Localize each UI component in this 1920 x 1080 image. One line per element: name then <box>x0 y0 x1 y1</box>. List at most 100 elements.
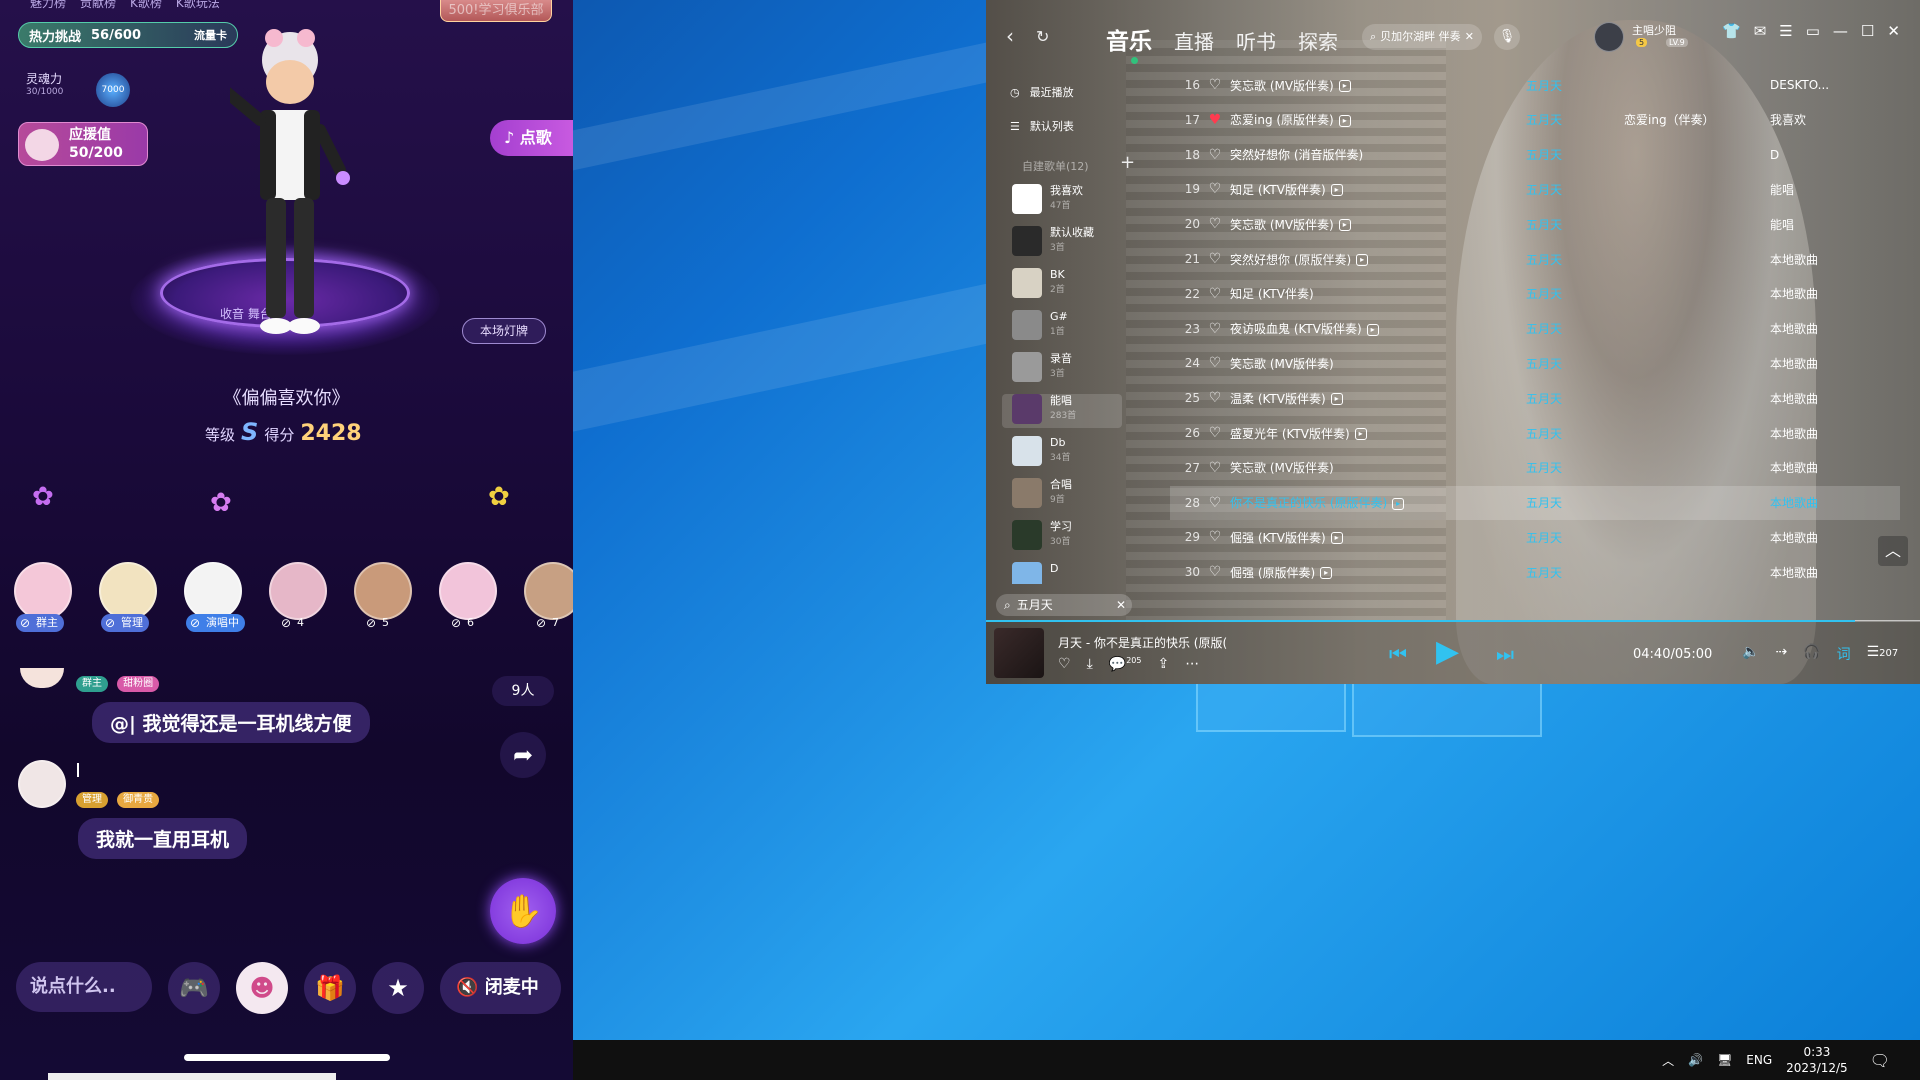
tab-ktv-rank[interactable]: K歌榜 <box>130 0 162 14</box>
track-title-cell[interactable]: 笑忘歌 (MV版伴奏) <box>1230 355 1526 372</box>
soul-orb-icon[interactable]: 7000 <box>96 73 130 107</box>
table-row[interactable]: 25 ♡ 温柔 (KTV版伴奏) ▸ 五月天 本地歌曲 <box>1170 381 1900 415</box>
list-search-input[interactable]: ⌕ 五月天 ✕ <box>996 594 1132 616</box>
download-icon[interactable]: ⤓ <box>1087 656 1093 673</box>
mail-icon[interactable]: ✉ <box>1754 22 1767 40</box>
track-artist[interactable]: 五月天 <box>1526 181 1624 198</box>
heart-icon[interactable]: ♡ <box>1200 147 1230 163</box>
playlist-item[interactable]: 录音 3首 <box>1012 352 1122 386</box>
table-row[interactable]: 23 ♡ 夜访吸血鬼 (KTV版伴奏) ▸ 五月天 本地歌曲 <box>1170 312 1900 346</box>
track-artist[interactable]: 五月天 <box>1526 355 1624 372</box>
maximize-icon[interactable]: ☐ <box>1861 22 1874 40</box>
heart-icon[interactable]: ♡ <box>1200 495 1230 511</box>
heart-icon[interactable]: ♡ <box>1200 321 1230 337</box>
light-sign-button[interactable]: 本场灯牌 <box>462 318 546 344</box>
mv-icon[interactable]: ▸ <box>1338 219 1351 232</box>
track-artist[interactable]: 五月天 <box>1526 425 1624 442</box>
track-artist[interactable]: 五月天 <box>1526 285 1624 302</box>
language-indicator[interactable]: ENG <box>1746 1053 1772 1067</box>
game-controller-icon[interactable]: 🎮 <box>168 962 220 1014</box>
track-title-cell[interactable]: 突然好想你 (消音版伴奏) <box>1230 146 1526 163</box>
home-indicator[interactable] <box>184 1054 390 1061</box>
sidebar-item-recent[interactable]: ◷ 最近播放 <box>1010 84 1074 100</box>
clock[interactable]: 0:33 2023/12/5 <box>1786 1044 1848 1076</box>
table-row[interactable]: 20 ♡ 笑忘歌 (MV版伴奏) ▸ 五月天 能唱 <box>1170 207 1900 241</box>
minimize-icon[interactable]: — <box>1833 22 1848 40</box>
heart-icon[interactable]: ♡ <box>1200 286 1230 302</box>
table-row[interactable]: 27 ♡ 笑忘歌 (MV版伴奏) 五月天 本地歌曲 <box>1170 451 1900 485</box>
track-title-cell[interactable]: 倔强 (KTV版伴奏) ▸ <box>1230 529 1526 546</box>
table-row[interactable]: 28 ♡ 你不是真正的快乐 (原版伴奏) ▸ 五月天 本地歌曲 <box>1170 485 1900 520</box>
table-row[interactable]: 19 ♡ 知足 (KTV版伴奏) ▸ 五月天 能唱 <box>1170 172 1900 206</box>
table-row[interactable]: 16 ♡ 笑忘歌 (MV版伴奏) ▸ 五月天 DESKTO... <box>1170 68 1900 102</box>
table-row[interactable]: 26 ♡ 盛夏光年 (KTV版伴奏) ▸ 五月天 本地歌曲 <box>1170 416 1900 450</box>
playlist-item[interactable]: 我喜欢 47首 <box>1012 184 1122 218</box>
chat-input[interactable]: 说点什么.. <box>16 962 152 1012</box>
playlist-item[interactable]: D <box>1012 562 1122 584</box>
next-track-icon[interactable]: ⏭ <box>1496 642 1514 666</box>
playlist-item[interactable]: Db 34首 <box>1012 436 1122 470</box>
tab-audiobook[interactable]: 听书 <box>1236 26 1276 55</box>
like-icon[interactable]: ♡ <box>1058 656 1071 673</box>
lyrics-icon[interactable]: 词 <box>1837 644 1851 664</box>
mascot-button-icon[interactable]: ☻ <box>236 962 288 1014</box>
mv-icon[interactable]: ▸ <box>1338 114 1351 127</box>
mic-seat[interactable]: 管理 <box>99 562 157 632</box>
share-icon[interactable]: ➦ <box>500 732 546 778</box>
club-badge[interactable]: 500!学习俱乐部 <box>440 0 552 22</box>
table-row[interactable]: 30 ♡ 倔强 (原版伴奏) ▸ 五月天 本地歌曲 <box>1170 555 1900 589</box>
playlist-item[interactable]: G# 1首 <box>1012 310 1122 344</box>
user-name[interactable]: 主唱少阻 <box>1632 22 1676 38</box>
heart-icon[interactable]: ♡ <box>1200 529 1230 545</box>
heart-icon[interactable]: ♡ <box>1200 181 1230 197</box>
track-title-cell[interactable]: 你不是真正的快乐 (原版伴奏) ▸ <box>1230 494 1526 511</box>
heat-challenge-bar[interactable]: 热力挑战 56/600 流量卡 <box>18 22 238 48</box>
chevron-up-icon[interactable]: ︿ <box>1662 1052 1674 1069</box>
add-playlist-icon[interactable]: + <box>1120 152 1135 173</box>
track-title-cell[interactable]: 盛夏光年 (KTV版伴奏) ▸ <box>1230 425 1526 442</box>
track-artist[interactable]: 五月天 <box>1526 320 1624 337</box>
heart-icon[interactable]: ♡ <box>1200 251 1230 267</box>
traffic-card[interactable]: 流量卡 <box>194 27 227 43</box>
support-value-card[interactable]: 应援值 50/200 <box>18 122 148 166</box>
track-title-cell[interactable]: 倔强 (原版伴奏) ▸ <box>1230 564 1526 581</box>
track-artist[interactable]: 五月天 <box>1526 564 1624 581</box>
heart-icon[interactable]: ♡ <box>1200 390 1230 406</box>
track-artist[interactable]: 五月天 <box>1526 216 1624 233</box>
playlist-queue-icon[interactable]: ☰207 <box>1867 644 1899 664</box>
playlist-item[interactable]: BK 2首 <box>1012 268 1122 302</box>
track-title-cell[interactable]: 笑忘歌 (MV版伴奏) ▸ <box>1230 77 1526 94</box>
volume-icon[interactable]: 🔊 <box>1688 1053 1703 1067</box>
skin-icon[interactable]: 👕 <box>1722 22 1741 40</box>
table-row[interactable]: 21 ♡ 突然好想你 (原版伴奏) ▸ 五月天 本地歌曲 <box>1170 242 1900 276</box>
volume-icon[interactable]: 🔈 <box>1742 644 1759 664</box>
mv-icon[interactable]: ▸ <box>1320 567 1333 580</box>
table-row[interactable]: 22 ♡ 知足 (KTV伴奏) 五月天 本地歌曲 <box>1170 277 1900 311</box>
playlist-item[interactable]: 能唱 283首 <box>1002 394 1122 428</box>
mv-icon[interactable]: ▸ <box>1338 80 1351 92</box>
network-icon[interactable]: 🖥 <box>1717 1053 1732 1067</box>
track-title-cell[interactable]: 知足 (KTV伴奏) <box>1230 285 1526 302</box>
mv-icon[interactable]: ▸ <box>1330 393 1343 406</box>
track-title-cell[interactable]: 笑忘歌 (MV版伴奏) <box>1230 459 1526 476</box>
mv-icon[interactable]: ▸ <box>1392 497 1405 510</box>
play-icon[interactable]: ▶ <box>1436 634 1459 669</box>
sound-effect-icon[interactable]: 🎧 <box>1803 644 1820 664</box>
playlist-item[interactable]: 学习 30首 <box>1012 520 1122 554</box>
tab-charm[interactable]: 魅力榜 <box>30 0 66 14</box>
playlist-item[interactable]: 合唱 9首 <box>1012 478 1122 512</box>
mic-seat[interactable]: 群主 <box>14 562 72 632</box>
play-mode-icon[interactable]: ⇢ <box>1775 644 1787 664</box>
track-title-cell[interactable]: 突然好想你 (原版伴奏) ▸ <box>1230 251 1526 268</box>
mic-seat[interactable]: 4 <box>269 562 327 632</box>
playlist-section-title[interactable]: 自建歌单(12) <box>1022 158 1089 174</box>
more-icon[interactable]: ⋯ <box>1185 656 1199 673</box>
track-artist[interactable]: 五月天 <box>1526 77 1624 94</box>
sidebar-item-default-list[interactable]: ☰ 默认列表 <box>1010 118 1074 134</box>
table-row[interactable]: 18 ♡ 突然好想你 (消音版伴奏) 五月天 D <box>1170 138 1900 172</box>
comment-icon[interactable]: 💬205 <box>1109 656 1142 673</box>
table-row[interactable]: 17 ♥ 恋爱ing (原版伴奏) ▸ 五月天 恋爱ing（伴奏） 我喜欢 <box>1170 103 1900 137</box>
voice-search-icon[interactable]: 🎙 <box>1494 24 1520 50</box>
mv-icon[interactable]: ▸ <box>1330 532 1343 545</box>
heart-icon[interactable]: ♡ <box>1200 425 1230 441</box>
